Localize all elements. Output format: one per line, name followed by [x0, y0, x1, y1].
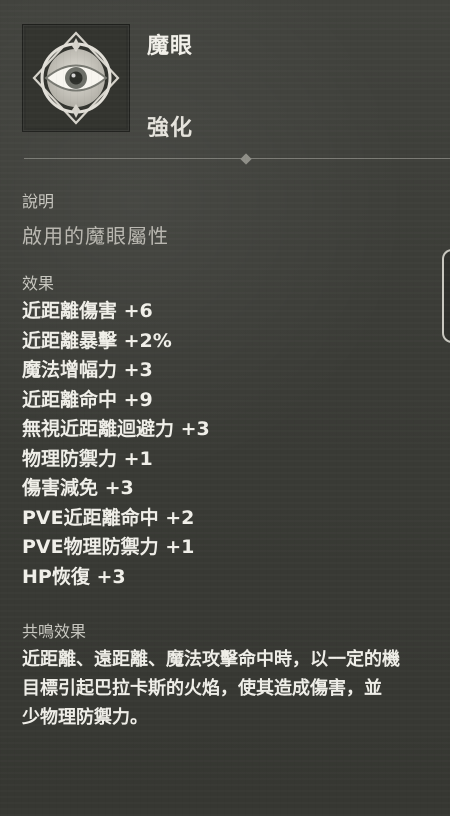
item-type: 強化: [147, 116, 194, 141]
effect-line: 近距離傷害 +6: [22, 300, 153, 322]
divider-line: [24, 158, 450, 159]
item-name: 魔眼: [147, 34, 194, 59]
description-title: 說明: [22, 192, 55, 211]
effect-line: 傷害減免 +3: [22, 477, 134, 499]
resonance-text-block: 近距離、遠距離、魔法攻擊命中時，以一定的機 目標引起巴拉卡斯的火焰，使其造成傷害…: [22, 645, 450, 732]
resonance-line: 目標引起巴拉卡斯的火焰，使其造成傷害，並: [22, 678, 382, 699]
effect-line: HP恢復 +3: [22, 565, 126, 588]
effect-line: PVE物理防禦力 +1: [22, 536, 195, 558]
item-tooltip-panel: 魔眼 強化 說明 啟用的魔眼屬性 效果 近距離傷害 +6 近距離暴擊 +2% 魔…: [0, 0, 450, 816]
effects-list: 近距離傷害 +6 近距離暴擊 +2% 魔法增幅力 +3 近距離命中 +9 無視近…: [22, 297, 210, 592]
item-icon-frame: [22, 24, 130, 132]
description-text: 啟用的魔眼屬性: [22, 224, 169, 248]
scroll-tab[interactable]: [442, 249, 450, 343]
effect-line: 魔法增幅力 +3: [22, 359, 153, 381]
resonance-line: 近距離、遠距離、魔法攻擊命中時，以一定的機: [22, 649, 400, 670]
effect-line: PVE近距離命中 +2: [22, 506, 195, 529]
effect-line: 物理防禦力 +1: [22, 447, 153, 470]
resonance-title: 共鳴效果: [22, 622, 87, 641]
eye-emblem-icon: [26, 28, 126, 128]
effect-line: 近距離暴擊 +2%: [22, 329, 172, 352]
effect-line: 近距離命中 +9: [22, 388, 153, 411]
header-divider: [24, 153, 450, 165]
resonance-line: 少物理防禦力。: [22, 707, 148, 728]
divider-diamond: [240, 153, 252, 165]
effect-line: 無視近距離迴避力 +3: [22, 418, 210, 440]
effects-title: 效果: [22, 274, 55, 293]
